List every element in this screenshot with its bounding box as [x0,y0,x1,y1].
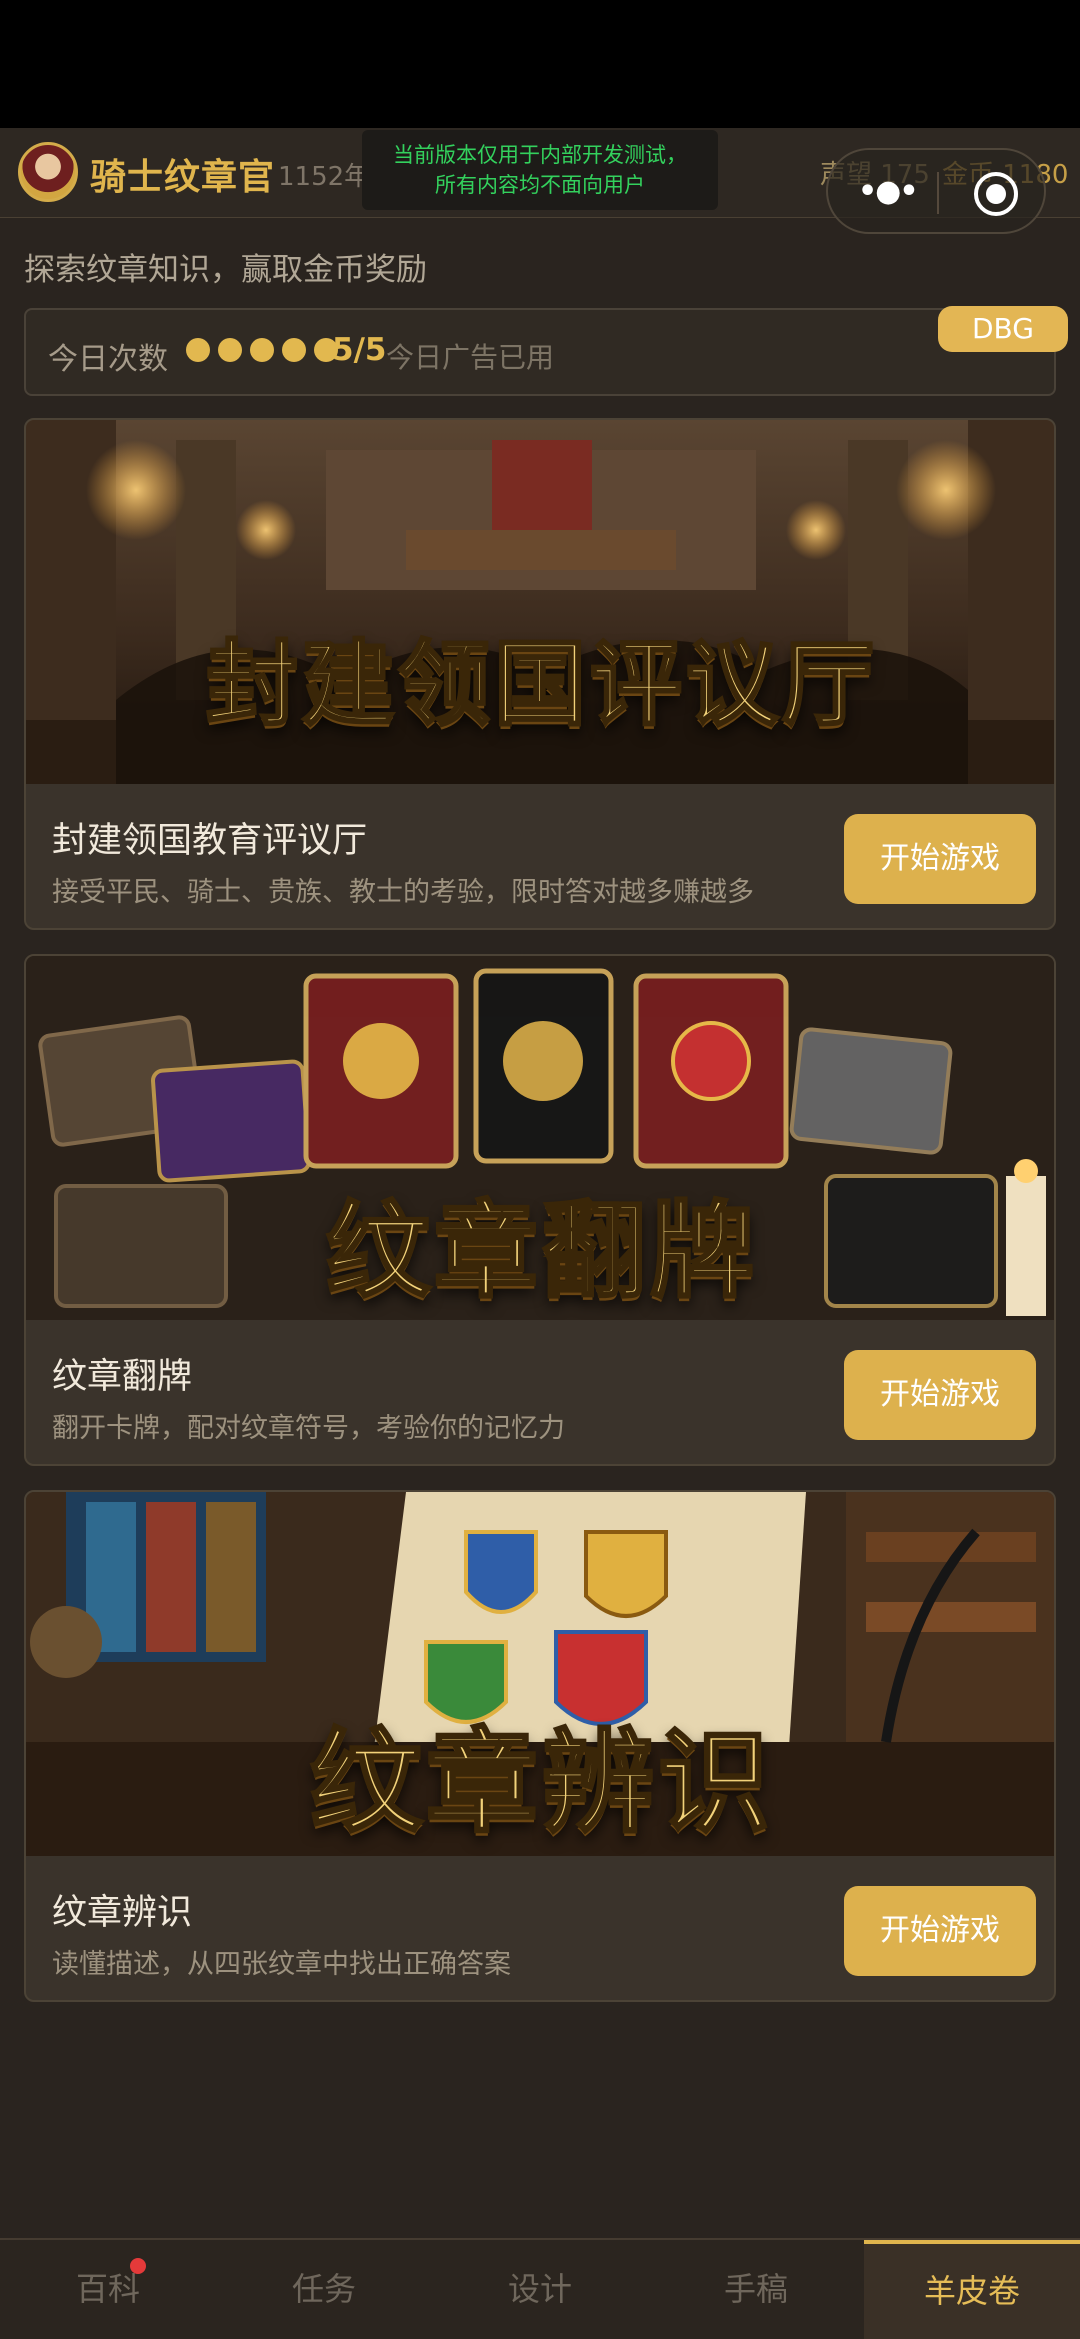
tab-label: 任务 [291,2270,356,2308]
avatar[interactable] [18,142,78,202]
card-flip-artwork: 纹章翻牌 [26,956,1054,1320]
daily-attempts-bar: 今日次数 5/5 今日广告已用 [24,308,1056,396]
daily-count: 5/5 [332,332,387,368]
game-description: 翻开卡牌，配对纹章符号，考验你的记忆力 [52,1413,565,1444]
start-game-button[interactable]: 开始游戏 [844,1886,1036,1976]
page-subtitle: 探索纹章知识，赢取金币奖励 [24,252,427,288]
dev-notice-line2: 所有内容均不面向用户 [435,173,645,197]
daily-label: 今日次数 [48,342,168,377]
more-dots-icon[interactable]: •●• [858,174,919,209]
game-description: 接受平民、骑士、贵族、教士的考验，限时答对越多赚越多 [52,877,754,908]
tab-label: 设计 [507,2270,572,2308]
attempt-dot [250,338,274,362]
game-name: 封建领国教育评议厅 [52,821,368,861]
game-card-flip[interactable]: 纹章翻牌 纹章翻牌 翻开卡牌，配对纹章符号，考验你的记忆力 开始游戏 [24,954,1056,1466]
capsule-divider [937,172,939,214]
dev-notice-line1: 当前版本仅用于内部开发测试， [393,143,687,167]
mini-program-capsule: •●• [826,148,1046,234]
start-game-button[interactable]: 开始游戏 [844,814,1036,904]
game-name: 纹章翻牌 [52,1357,193,1397]
tab-encyclopedia[interactable]: 百科 [0,2240,216,2339]
start-game-button[interactable]: 开始游戏 [844,1350,1036,1440]
tab-label: 百科 [75,2270,140,2308]
game-name: 纹章辨识 [52,1893,193,1933]
status-bar [0,0,1080,128]
daily-ad-status: 今日广告已用 [386,341,555,374]
attempt-dot [218,338,242,362]
game-description: 读懂描述，从四张纹章中找出正确答案 [52,1949,511,1980]
council-art-title: 封建领国评议厅 [204,630,878,740]
tab-design[interactable]: 设计 [432,2240,648,2339]
tab-label: 手稿 [723,2270,788,2308]
debug-button[interactable]: DBG [938,306,1068,352]
game-card-council[interactable]: 封建领国评议厅 封建领国教育评议厅 接受平民、骑士、贵族、教士的考验，限时答对越… [24,418,1056,930]
bottom-tab-bar: 百科 任务 设计 手稿 羊皮卷 [0,2238,1080,2339]
target-icon[interactable] [974,172,1018,216]
identify-art-title: 纹章辨识 [309,1717,774,1850]
tab-parchment[interactable]: 羊皮卷 [864,2240,1080,2339]
attempt-dot [186,338,210,362]
daily-dots [186,338,338,362]
game-card-identify[interactable]: 纹章辨识 纹章辨识 读懂描述，从四张纹章中找出正确答案 开始游戏 [24,1490,1056,2002]
app-title: 骑士纹章官 [90,157,276,198]
tab-label: 羊皮卷 [923,2272,1020,2310]
tab-manuscript[interactable]: 手稿 [648,2240,864,2339]
identify-artwork: 纹章辨识 [26,1492,1054,1856]
dev-notice: 当前版本仅用于内部开发测试， 所有内容均不面向用户 [362,130,718,210]
notification-badge [130,2258,146,2274]
attempt-dot [282,338,306,362]
council-hall-artwork: 封建领国评议厅 [26,420,1054,784]
flip-art-title: 纹章翻牌 [324,1189,758,1314]
tab-tasks[interactable]: 任务 [216,2240,432,2339]
